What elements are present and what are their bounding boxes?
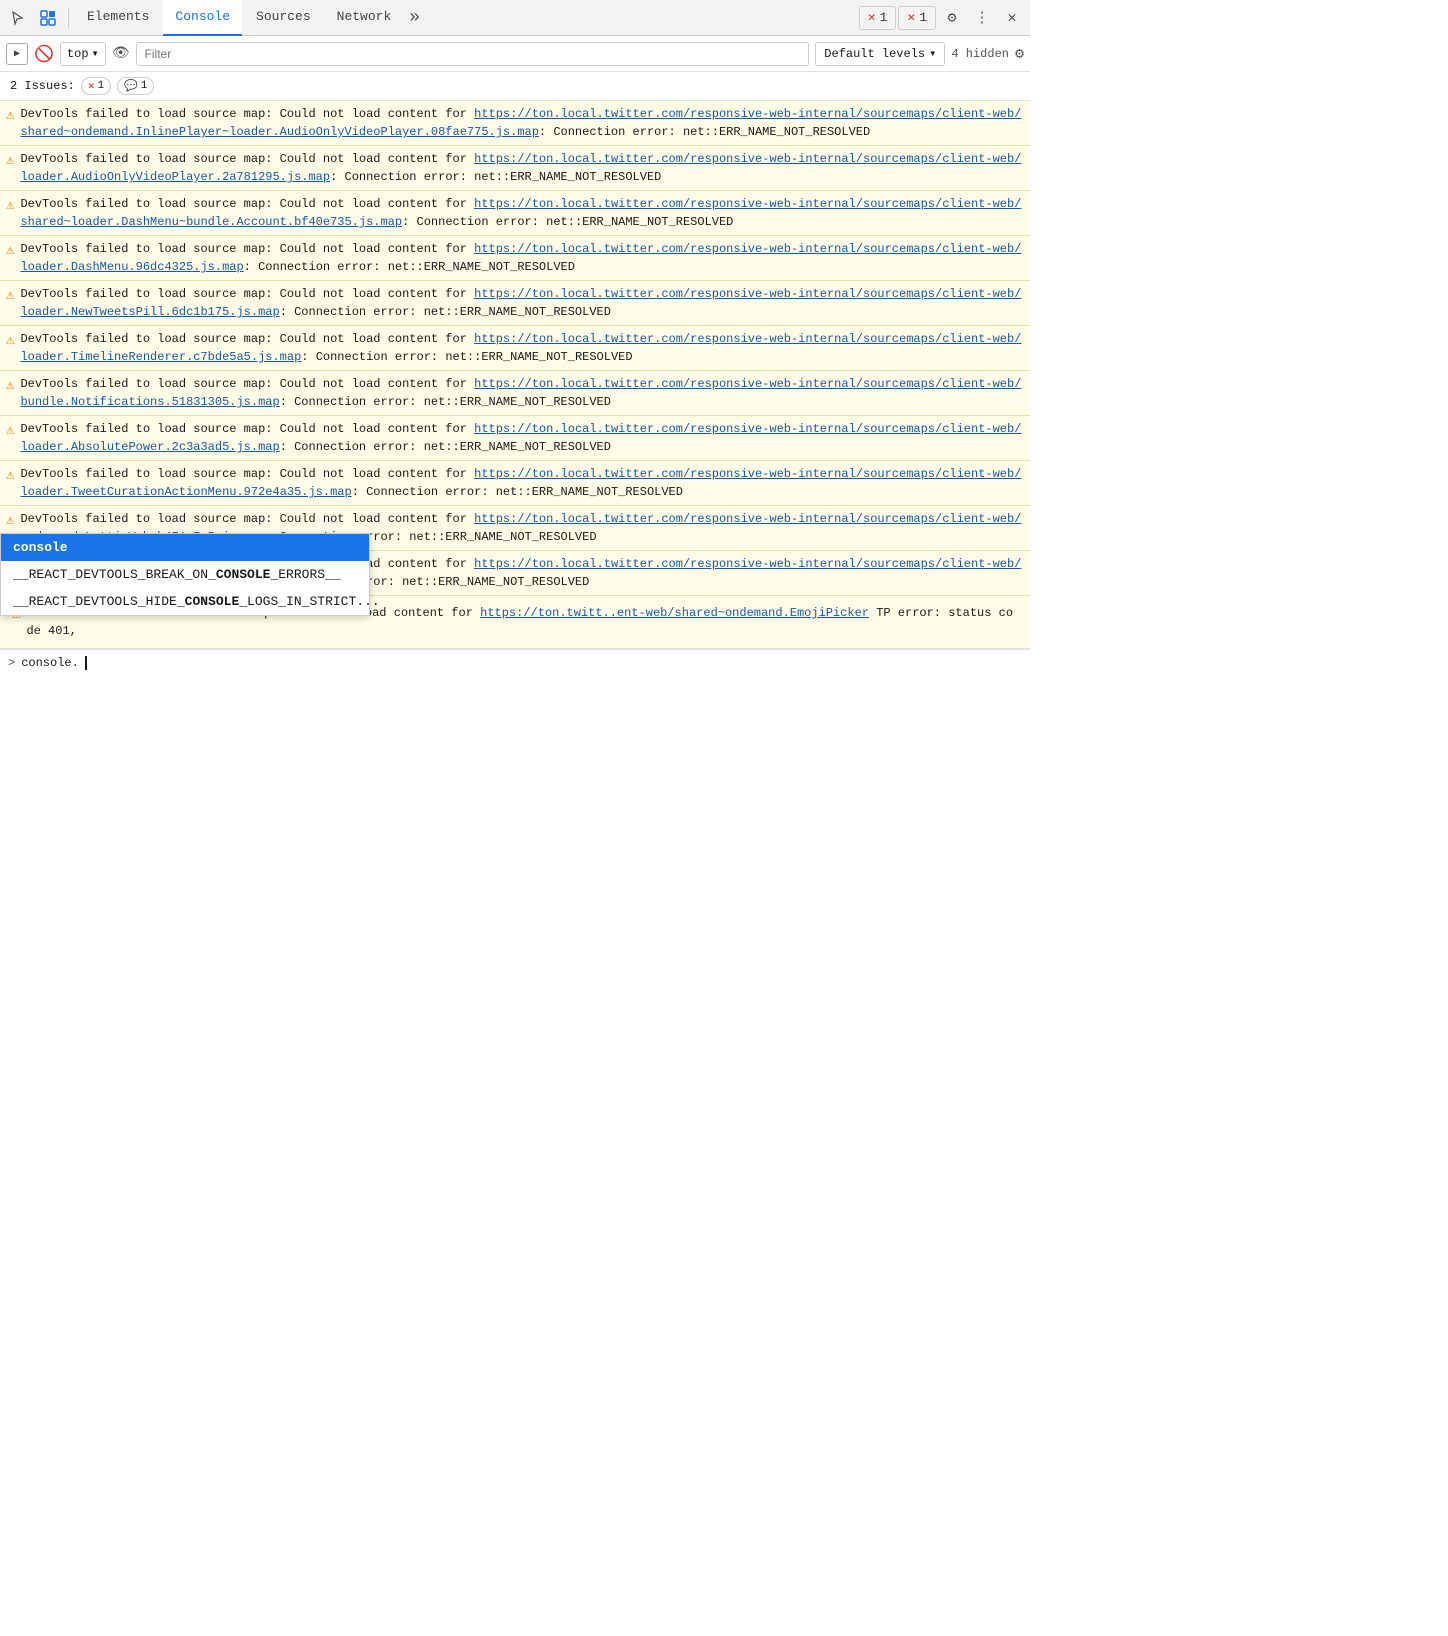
filter-input[interactable] (136, 42, 810, 66)
msg-text-8: DevTools failed to load source map: Coul… (20, 465, 1024, 501)
autocomplete-item-1-bold: CONSOLE (216, 567, 271, 582)
error-issue-icon: ✕ (88, 79, 95, 93)
error-icon-1: ✕ (868, 10, 876, 25)
console-msg-0: ⚠ DevTools failed to load source map: Cou… (0, 101, 1030, 146)
autocomplete-item-2[interactable]: __REACT_DEVTOOLS_HIDE_CONSOLE_LOGS_IN_ST… (1, 588, 369, 615)
msg-link-2[interactable]: https://ton.local.twitter.com/responsive… (20, 197, 1021, 229)
tab-elements[interactable]: Elements (75, 0, 161, 36)
second-toolbar: ▶ 🚫 top ▾ 👁 Default levels ▾ 4 hidden ⚙ (0, 36, 1030, 72)
warn-icon-0: ⚠ (6, 106, 14, 127)
top-toolbar: Elements Console Sources Network » ✕ 1 ✕… (0, 0, 1030, 36)
error-count-2: 1 (919, 10, 927, 25)
msg-link-7[interactable]: https://ton.local.twitter.com/responsive… (20, 422, 1021, 454)
console-msg-2: ⚠ DevTools failed to load source map: Cou… (0, 191, 1030, 236)
console-msg-4: ⚠ DevTools failed to load source map: Cou… (0, 281, 1030, 326)
tab-sources[interactable]: Sources (244, 0, 323, 36)
log-levels-chevron: ▾ (929, 46, 936, 61)
msg-link-6[interactable]: https://ton.local.twitter.com/responsive… (20, 377, 1021, 409)
msg-text-0: DevTools failed to load source map: Coul… (20, 105, 1024, 141)
info-issue-count: 1 (141, 80, 148, 92)
execute-button[interactable]: ▶ (6, 43, 28, 65)
msg-text-2: DevTools failed to load source map: Coul… (20, 195, 1024, 231)
msg-link-5[interactable]: https://ton.local.twitter.com/responsive… (20, 332, 1021, 364)
msg-text-5: DevTools failed to load source map: Coul… (20, 330, 1024, 366)
console-msg-1: ⚠ DevTools failed to load source map: Cou… (0, 146, 1030, 191)
more-options-icon[interactable]: ⋮ (968, 4, 996, 32)
msg-link-8[interactable]: https://ton.local.twitter.com/responsive… (20, 467, 1021, 499)
console-messages-area: ⚠ DevTools failed to load source map: Cou… (0, 101, 1030, 596)
warn-icon-5: ⚠ (6, 331, 14, 352)
console-msg-6: ⚠ DevTools failed to load source map: Cou… (0, 371, 1030, 416)
msg-text-1: DevTools failed to load source map: Coul… (20, 150, 1024, 186)
tab-network[interactable]: Network (325, 0, 404, 36)
msg-link-4[interactable]: https://ton.local.twitter.com/responsive… (20, 287, 1021, 319)
tab-console[interactable]: Console (163, 0, 242, 36)
msg-text-6: DevTools failed to load source map: Coul… (20, 375, 1024, 411)
separator (68, 8, 69, 28)
msg-text-4: DevTools failed to load source map: Coul… (20, 285, 1024, 321)
cursor-icon[interactable] (4, 4, 32, 32)
hidden-count-label: 4 hidden (951, 47, 1009, 61)
prompt-arrow: > (8, 656, 15, 670)
settings-gear-icon[interactable]: ⚙ (938, 4, 966, 32)
console-settings-icon[interactable]: ⚙ (1015, 44, 1024, 63)
msg-text-3: DevTools failed to load source map: Coul… (20, 240, 1024, 276)
issues-bar: 2 Issues: ✕ 1 💬 1 (0, 72, 1030, 101)
msg-link-0[interactable]: https://ton.local.twitter.com/responsive… (20, 107, 1021, 139)
autocomplete-item-1[interactable]: __REACT_DEVTOOLS_BREAK_ON_CONSOLE_ERRORS… (1, 561, 369, 588)
autocomplete-dropdown: console __REACT_DEVTOOLS_BREAK_ON_CONSOL… (0, 533, 370, 616)
prompt-cursor (85, 656, 87, 670)
console-msg-7: ⚠ DevTools failed to load source map: Cou… (0, 416, 1030, 461)
warn-icon-3: ⚠ (6, 241, 14, 262)
close-icon[interactable]: ✕ (998, 4, 1026, 32)
log-levels-dropdown[interactable]: Default levels ▾ (815, 42, 945, 66)
eye-icon[interactable]: 👁 (112, 45, 130, 62)
last-msg-link[interactable]: https://ton.twitt..ent-web/shared~ondema… (480, 606, 869, 620)
msg-text-7: DevTools failed to load source map: Coul… (20, 420, 1024, 456)
autocomplete-item-0-text: console (13, 540, 68, 555)
error-issue-badge[interactable]: ✕ 1 (81, 77, 111, 95)
more-tabs-button[interactable]: » (405, 8, 424, 28)
console-msg-8: ⚠ DevTools failed to load source map: Cou… (0, 461, 1030, 506)
warn-icon-7: ⚠ (6, 421, 14, 442)
context-label: top (67, 47, 89, 61)
warn-icon-6: ⚠ (6, 376, 14, 397)
msg-link-1[interactable]: https://ton.local.twitter.com/responsive… (20, 152, 1021, 184)
console-prompt[interactable]: > console. (0, 649, 1030, 676)
autocomplete-item-2-bold: CONSOLE (185, 594, 240, 609)
msg-link-3[interactable]: https://ton.local.twitter.com/responsive… (20, 242, 1021, 274)
info-issue-icon: 💬 (124, 79, 138, 93)
warn-icon-4: ⚠ (6, 286, 14, 307)
error-issue-count: 1 (97, 80, 104, 92)
log-levels-label: Default levels (824, 47, 925, 61)
error-icon-2: ✕ (907, 10, 915, 25)
console-msg-3: ⚠ DevTools failed to load source map: Cou… (0, 236, 1030, 281)
prompt-input-text: console. (21, 656, 79, 670)
error-badge-2[interactable]: ✕ 1 (898, 6, 936, 30)
autocomplete-area: ⚠ DevTools failed to load source map: Co… (0, 596, 1030, 649)
console-msg-5: ⚠ DevTools failed to load source map: Cou… (0, 326, 1030, 371)
warn-icon-8: ⚠ (6, 466, 14, 487)
inspect-icon[interactable] (34, 4, 62, 32)
warn-icon-1: ⚠ (6, 151, 14, 172)
context-selector[interactable]: top ▾ (60, 42, 106, 66)
info-issue-badge[interactable]: 💬 1 (117, 77, 154, 95)
error-count-1: 1 (880, 10, 888, 25)
context-dropdown-icon: ▾ (92, 46, 99, 61)
warn-icon-2: ⚠ (6, 196, 14, 217)
issues-label: 2 Issues: (10, 79, 75, 93)
autocomplete-item-0[interactable]: console (1, 534, 369, 561)
warn-icon-9: ⚠ (6, 511, 14, 532)
clear-console-icon[interactable]: 🚫 (34, 44, 54, 64)
error-badge-1[interactable]: ✕ 1 (859, 6, 897, 30)
